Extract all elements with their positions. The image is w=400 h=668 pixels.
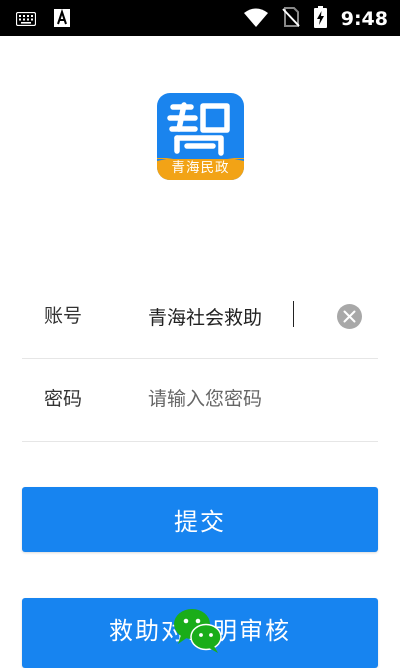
password-label: 密码: [44, 388, 83, 410]
close-icon: [343, 310, 356, 323]
wechat-icon: [174, 609, 222, 653]
status-bar: 9:48: [0, 0, 400, 36]
wifi-icon: [243, 8, 268, 31]
text-caret: [293, 301, 294, 327]
app-logo: 青海民政: [157, 93, 244, 180]
font-a-icon: [54, 8, 70, 31]
account-row: 账号: [22, 275, 378, 359]
wechat-float-button[interactable]: [172, 606, 224, 654]
battery-charging-icon: [313, 6, 327, 32]
submit-button[interactable]: 提交: [22, 487, 378, 552]
clear-input-button[interactable]: [337, 304, 362, 329]
account-label: 账号: [44, 305, 83, 327]
keyboard-icon: [15, 11, 37, 30]
status-time: 9:48: [340, 8, 388, 30]
account-input[interactable]: [148, 296, 328, 336]
no-sim-icon: [282, 7, 300, 31]
logo-caption: 青海民政: [171, 160, 230, 176]
password-input[interactable]: [148, 379, 328, 419]
password-row: 密码: [22, 358, 378, 442]
